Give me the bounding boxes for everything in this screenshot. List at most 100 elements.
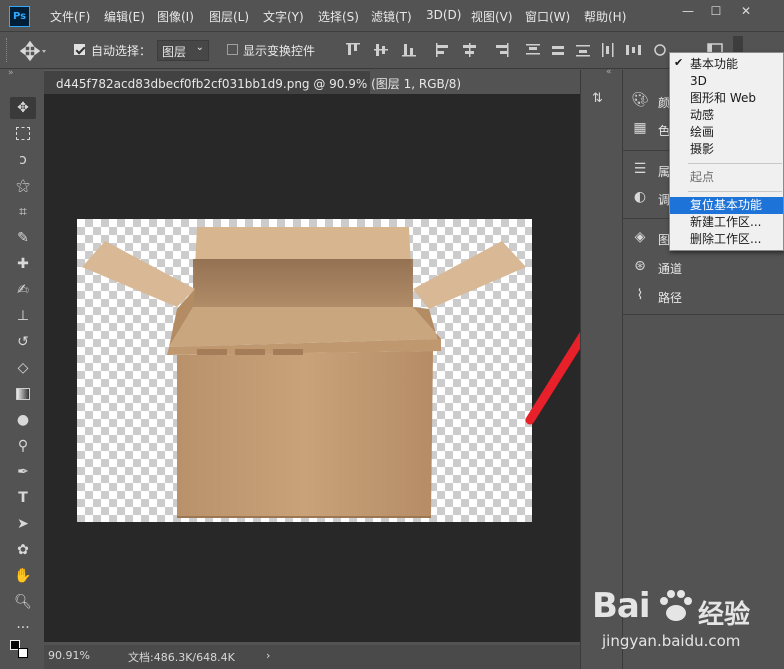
photoshop-logo: Ps (9, 6, 30, 27)
align-buttons-group (344, 42, 514, 58)
menu-item-motion[interactable]: 动感 (670, 107, 783, 124)
move-tool-icon[interactable]: ✥ (10, 97, 36, 119)
menu-type[interactable]: 文字(Y) (263, 8, 304, 25)
collapse-middle-dock-icon[interactable]: « (606, 67, 612, 77)
eraser-tool-icon[interactable]: ◇ (10, 357, 36, 379)
healing-brush-tool-icon[interactable]: ✚ (10, 253, 36, 275)
align-top-edges-icon (346, 43, 360, 55)
menu-filter[interactable]: 滤镜(T) (371, 8, 412, 25)
show-transform-label: 显示变换控件 (243, 44, 316, 58)
align-right-edges-icon (496, 43, 509, 57)
status-menu-arrow-icon[interactable]: › (266, 649, 270, 662)
workspace-menu: ✔ 基本功能 3D 图形和 Web 动感 绘画 摄影 起点 复位基本功能 新建工… (669, 52, 784, 251)
menu-window[interactable]: 窗口(W) (525, 8, 570, 25)
options-grip[interactable] (6, 38, 8, 62)
panel-divider (622, 314, 784, 315)
menu-help[interactable]: 帮助(H) (584, 8, 626, 25)
align-bottom-edges-icon (402, 44, 416, 57)
hand-tool-icon[interactable]: ✋ (10, 565, 36, 587)
status-bar: 90.91% 文档:486.3K/648.4K › (44, 645, 580, 669)
distribute-hcenter-icon (626, 45, 641, 55)
watermark-brand-right: 经验 (698, 600, 751, 630)
distribute-left-icon (602, 43, 614, 57)
menu-item-essentials[interactable]: 基本功能 (670, 56, 783, 73)
type-tool-icon[interactable]: T (10, 487, 36, 509)
menu-select[interactable]: 选择(S) (318, 8, 359, 25)
marquee-tool-icon[interactable] (10, 123, 36, 145)
dodge-tool-icon[interactable]: ⚲ (10, 435, 36, 457)
eyedropper-tool-icon[interactable]: ✎ (10, 227, 36, 249)
watermark-url: jingyan.baidu.com (602, 632, 741, 650)
distribute-top-icon (526, 44, 540, 55)
align-vertical-centers-icon (374, 44, 388, 56)
channels-icon: ⊛ (634, 258, 646, 274)
zoom-level[interactable]: 90.91% (48, 649, 90, 662)
blur-tool-icon[interactable]: ● (10, 409, 36, 431)
menu-item-painting[interactable]: 绘画 (670, 124, 783, 141)
menu-3d[interactable]: 3D(D) (426, 8, 461, 22)
auto-select-checkbox[interactable] (74, 44, 85, 55)
menu-image[interactable]: 图像(I) (157, 8, 194, 25)
swatches-icon: ▦ (633, 120, 647, 136)
menu-item-3d[interactable]: 3D (670, 73, 783, 90)
maximize-button[interactable]: ☐ (704, 2, 728, 20)
menu-item-delete-workspace[interactable]: 删除工作区... (670, 231, 783, 248)
watermark-brand-left: Bai (592, 586, 651, 626)
paw-icon (660, 590, 692, 621)
panel-channels-label: 通道 (658, 262, 683, 276)
3d-mode-icon (654, 44, 666, 56)
lasso-tool-icon[interactable]: ↄ (10, 149, 36, 171)
distribute-buttons-group (522, 42, 672, 58)
gradient-tool-icon[interactable] (10, 383, 36, 405)
menu-item-graphic-web[interactable]: 图形和 Web (670, 90, 783, 107)
move-tool-preset[interactable] (19, 40, 48, 62)
clone-stamp-tool-icon[interactable]: ⊥ (10, 305, 36, 327)
document-tab[interactable]: d445f782acd83dbecf0fb2cf031bb1d9.png @ 9… (44, 70, 461, 94)
color-swatches[interactable] (10, 640, 36, 662)
background-color[interactable] (18, 648, 28, 658)
close-button[interactable]: ✕ (734, 2, 758, 20)
minimize-button[interactable]: — (676, 2, 700, 20)
panel-paths-label: 路径 (658, 291, 683, 305)
document-tab-title: d445f782acd83dbecf0fb2cf031bb1d9.png @ 9… (56, 77, 462, 91)
menu-bar: Ps 文件(F) 编辑(E) 图像(I) 图层(L) 文字(Y) 选择(S) 滤… (0, 0, 784, 32)
menu-edit[interactable]: 编辑(E) (104, 8, 145, 25)
distribute-vcenter-icon (552, 46, 564, 55)
menu-separator (688, 163, 782, 164)
history-brush-tool-icon[interactable]: ↺ (10, 331, 36, 353)
menu-file[interactable]: 文件(F) (50, 8, 90, 25)
shape-tool-icon[interactable]: ✿ (10, 539, 36, 561)
adjustments-icon: ◐ (633, 189, 647, 205)
auto-select-dropdown[interactable]: 图层 ⌄ (157, 40, 209, 61)
edit-toolbar-icon[interactable]: ··· (10, 617, 36, 639)
collapse-tools-icon[interactable]: » (8, 68, 14, 78)
brush-tool-icon[interactable]: ✍ (10, 279, 36, 301)
panel-paths[interactable]: ⌇ 路径 (628, 284, 778, 310)
menu-view[interactable]: 视图(V) (471, 8, 513, 25)
menu-item-new-workspace[interactable]: 新建工作区... (670, 214, 783, 231)
magic-wand-tool-icon[interactable]: ⚝ (10, 175, 36, 197)
move-icon (19, 40, 46, 62)
menu-item-start[interactable]: 起点 (670, 169, 783, 186)
menu-item-reset-essentials[interactable]: 复位基本功能 (670, 197, 783, 214)
panel-channels[interactable]: ⊛ 通道 (628, 255, 778, 281)
cardboard-box-image (82, 227, 526, 518)
path-selection-tool-icon[interactable]: ➤ (10, 513, 36, 535)
history-icon[interactable]: ⇅ (592, 91, 614, 113)
zoom-tool-icon[interactable]: 🔍︎ (10, 591, 36, 613)
menu-layer[interactable]: 图层(L) (209, 8, 249, 25)
align-left-edges-icon (436, 43, 448, 57)
distribute-bottom-icon (576, 45, 590, 57)
pen-tool-icon[interactable]: ✒ (10, 461, 36, 483)
align-horizontal-centers-icon (463, 43, 476, 57)
baidu-jingyan-watermark: Bai 经验 jingyan.baidu.com (592, 580, 782, 660)
show-transform-checkbox[interactable] (227, 44, 238, 55)
crop-tool-icon[interactable]: ⌗ (10, 201, 36, 223)
properties-icon: ☰ (633, 161, 647, 177)
document-info: 文档:486.3K/648.4K (128, 651, 235, 664)
auto-select-label: 自动选择： (91, 44, 152, 58)
palette-icon: 🎨︎ (631, 92, 649, 108)
menu-item-photography[interactable]: 摄影 (670, 141, 783, 158)
auto-select-value: 图层 (162, 45, 187, 59)
paths-icon: ⌇ (636, 287, 644, 303)
